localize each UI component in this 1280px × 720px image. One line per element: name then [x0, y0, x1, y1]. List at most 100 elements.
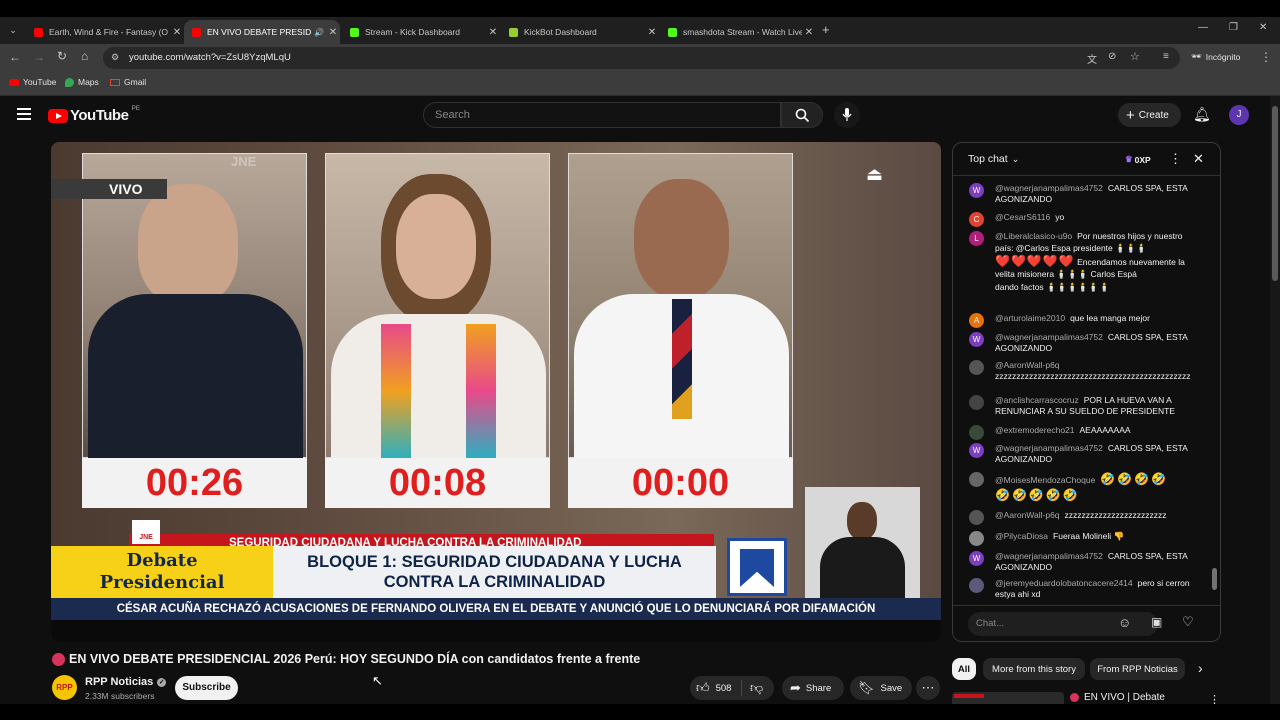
close-window-icon[interactable]: ✕ — [1259, 22, 1267, 33]
chat-message: C @CesarS6116 yo — [969, 212, 1205, 227]
eye-off-icon[interactable]: ⊘ — [1108, 51, 1116, 62]
chat-more-icon[interactable]: ⋮ — [1169, 151, 1182, 167]
gmail-icon — [110, 78, 120, 86]
forward-icon[interactable]: → — [33, 50, 45, 64]
page-scrollbar-thumb[interactable] — [1272, 106, 1278, 281]
scarf-left — [381, 324, 411, 459]
chat-avatar — [969, 360, 984, 375]
tab-kick-dashboard[interactable]: Stream - Kick Dashboard ✕ — [342, 20, 500, 44]
new-tab-icon[interactable]: + — [822, 22, 830, 37]
bookmark-maps[interactable]: Maps — [65, 77, 99, 87]
mouse-cursor: ↖ — [372, 673, 383, 688]
chat-message: A @arturolaime2010 que lea manga mejor — [969, 313, 1205, 328]
youtube-logo[interactable]: YouTube PE — [48, 105, 140, 124]
chat-avatar: C — [969, 212, 984, 227]
chip-more-from-story[interactable]: More from this story — [983, 658, 1085, 680]
kick-favicon-icon — [350, 27, 359, 37]
chat-message: @PilycaDiosa Fueraa Molineli 👎 — [969, 531, 1205, 546]
subscribe-button[interactable]: Subscribe — [175, 676, 238, 700]
site-info-icon[interactable]: ⚙ — [111, 52, 119, 63]
audio-playing-icon[interactable]: 🔊 — [312, 28, 326, 37]
heart-icon[interactable]: ♡ — [1182, 614, 1194, 630]
player-bottom — [51, 620, 941, 642]
like-button[interactable]: 👍︎ 508 — [690, 680, 742, 696]
chip-all[interactable]: All — [952, 658, 976, 680]
video-player[interactable]: 00:26 00:08 00:00 JNE VIVO ⏏ SEGURIDAD C… — [51, 142, 941, 642]
chat-input[interactable]: Chat... ☺ — [968, 612, 1158, 636]
share-button[interactable]: ➦ Share — [782, 676, 844, 700]
browser-toolbar: ← → ↻ ⌂ ⚙ youtube.com/watch?v=ZsU8YzqMLq… — [0, 44, 1280, 72]
create-button[interactable]: + Create — [1118, 103, 1181, 127]
search-input[interactable]: Search — [423, 102, 781, 128]
tab-search-icon[interactable]: ⌄ — [6, 23, 20, 37]
tab-kickbot-dashboard[interactable]: KickBot Dashboard ✕ — [501, 20, 659, 44]
chip-from-rpp[interactable]: From RPP Noticias — [1090, 658, 1185, 680]
notifications-bell-icon[interactable]: 🔔︎ — [1193, 106, 1211, 123]
channel-name[interactable]: RPP Noticias ✓ — [85, 676, 167, 688]
candidate-head-1 — [138, 184, 238, 304]
reading-list-icon[interactable]: ≡ — [1163, 51, 1169, 62]
bloque-banner: BLOQUE 1: SEGURIDAD CIUDADANA Y LUCHA CO… — [273, 546, 716, 598]
home-icon[interactable]: ⌂ — [81, 49, 88, 63]
close-tab-icon[interactable]: ✕ — [645, 27, 659, 38]
chat-scrollbar[interactable] — [1212, 178, 1218, 598]
bookmark-star-icon[interactable]: ☆ — [1130, 50, 1140, 63]
scarf-right — [466, 324, 496, 459]
chat-avatar — [969, 472, 984, 487]
search-button[interactable] — [781, 102, 823, 128]
restore-icon[interactable]: ❐ — [1229, 22, 1238, 33]
save-button[interactable]: 🔖︎ Save — [850, 676, 912, 700]
close-tab-icon[interactable]: ✕ — [486, 27, 500, 38]
microphone-icon — [842, 108, 852, 121]
tab-smashdota-stream[interactable]: smashdota Stream - Watch Live ✕ — [660, 20, 816, 44]
chat-avatar — [969, 395, 984, 410]
sign-interpreter-box — [805, 487, 920, 602]
hamburger-menu-icon[interactable] — [17, 108, 31, 120]
window-bottom-bar — [0, 704, 1280, 720]
chat-scrollbar-thumb[interactable] — [1212, 568, 1217, 590]
bookmark-youtube[interactable]: YouTube — [9, 77, 56, 87]
related-thumbnail[interactable] — [952, 692, 1064, 704]
channel-avatar[interactable]: RPP — [52, 675, 77, 700]
tab-debate-presidencial[interactable]: EN VIVO DEBATE PRESID 🔊 ✕ — [184, 20, 340, 44]
more-actions-button[interactable]: ⋯ — [916, 676, 940, 700]
dislike-button[interactable]: 👎︎ — [742, 680, 763, 696]
chip-next-icon[interactable]: › — [1198, 660, 1203, 676]
kickbot-favicon-icon — [509, 27, 518, 37]
back-icon[interactable]: ← — [9, 50, 21, 64]
minimize-icon[interactable]: — — [1198, 22, 1208, 33]
jne-logo: JNE — [132, 520, 160, 544]
candidate-panel-2 — [325, 153, 550, 459]
youtube-header: YouTube PE Search + Create 🔔︎ J — [0, 96, 1280, 136]
chat-avatar — [969, 510, 984, 525]
chat-mode-dropdown[interactable]: Top chat ⌄ — [968, 153, 1019, 165]
bookmark-gmail[interactable]: Gmail — [110, 77, 146, 87]
bookmarks-bar: YouTube Maps Gmail — [0, 72, 1280, 96]
avatar[interactable]: J — [1229, 105, 1249, 125]
candidate-body-2 — [331, 314, 546, 459]
live-dot-icon — [52, 652, 65, 666]
close-chat-icon[interactable]: ✕ — [1193, 151, 1204, 167]
maps-icon — [65, 77, 74, 87]
super-chat-icon[interactable]: ▣ — [1151, 615, 1162, 629]
related-video-title[interactable]: EN VIVO | Debate — [1070, 692, 1165, 703]
translate-icon[interactable]: 文 — [1087, 51, 1097, 66]
close-tab-icon[interactable]: ✕ — [326, 27, 340, 38]
voice-search-button[interactable] — [834, 102, 860, 128]
chat-avatar: L — [969, 231, 984, 246]
browser-menu-icon[interactable]: ⋮ — [1260, 50, 1272, 64]
cast-icon[interactable]: ⏏ — [866, 164, 883, 185]
emoji-icon[interactable]: ☺ — [1118, 615, 1131, 630]
chat-message: @AaronWall-p6q zzzzzzzzzzzzzzzzzzzzzzzz — [969, 510, 1205, 525]
interpreter-body — [820, 537, 905, 602]
close-tab-icon[interactable]: ✕ — [170, 27, 184, 38]
page-scrollbar[interactable] — [1270, 96, 1280, 704]
chat-message: @AaronWall-p6q zzzzzzzzzzzzzzzzzzzzzzzzzz… — [969, 360, 1205, 382]
close-tab-icon[interactable]: ✕ — [802, 27, 816, 38]
address-bar[interactable]: ⚙ youtube.com/watch?v=ZsU8YzqMLqU 文 ⊘ ☆ — [103, 47, 1180, 69]
xp-badge[interactable]: ♛ 0XP — [1125, 154, 1151, 165]
timer-1: 00:26 — [82, 458, 307, 508]
tab-earth-wind-fire[interactable]: Earth, Wind & Fire - Fantasy (O ✕ — [26, 20, 184, 44]
incognito-indicator[interactable]: 🕶 Incógnito — [1191, 51, 1240, 62]
reload-icon[interactable]: ↻ — [57, 49, 67, 63]
